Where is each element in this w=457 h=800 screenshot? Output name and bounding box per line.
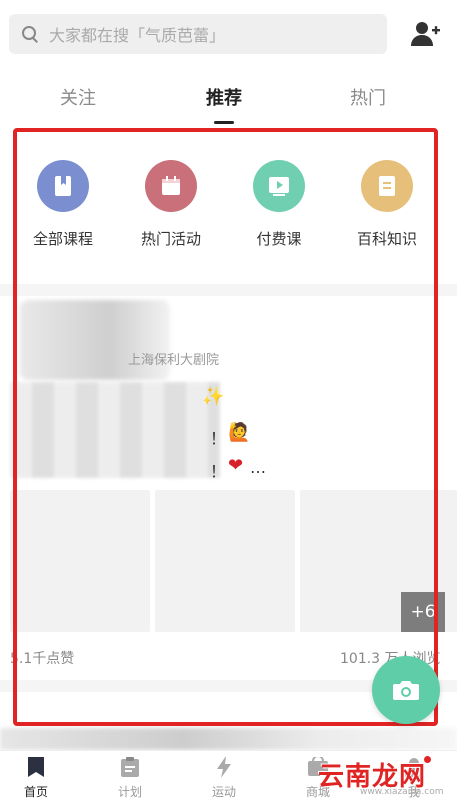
category-label: 百科知识 [356, 230, 417, 248]
section-divider [0, 284, 457, 296]
search-placeholder: 大家都在搜「气质芭蕾」 [49, 26, 226, 45]
tab-bar: 关注 推荐 热门 [0, 84, 457, 124]
sparkle-icon: ✨ [202, 386, 225, 407]
post-text-ellipsis: … [250, 458, 266, 477]
add-user-icon[interactable] [410, 20, 440, 48]
like-count: 5.1千点赞 [10, 651, 75, 667]
post-text-end: ！ [210, 462, 227, 481]
nav-plan[interactable]: 计划 [100, 755, 160, 800]
post-photo[interactable] [155, 490, 295, 632]
tab-follow[interactable]: 关注 [60, 84, 96, 110]
blurred-post-text [10, 382, 220, 478]
nav-sport[interactable]: 运动 [194, 755, 254, 800]
video-icon [253, 160, 305, 212]
clipboard-icon [118, 755, 142, 779]
person-emoji-icon: 🙋 [228, 422, 251, 443]
more-photos-badge[interactable]: +6 [401, 592, 445, 632]
post-text-end: ！ [210, 429, 227, 448]
post-photo[interactable] [10, 490, 150, 632]
heart-icon: ❤ [228, 455, 244, 476]
watermark-url: www.xiazaiba.com [360, 787, 444, 797]
blurred-post-author [20, 300, 170, 380]
lightning-icon [212, 755, 236, 779]
camera-icon [393, 681, 419, 700]
document-icon [361, 160, 413, 212]
calendar-icon [145, 160, 197, 212]
search-icon [21, 25, 39, 43]
category-encyclopedia[interactable]: 百科知识 [337, 160, 437, 249]
search-bar[interactable]: 大家都在搜「气质芭蕾」 [9, 14, 387, 54]
category-hot-events[interactable]: 热门活动 [121, 160, 221, 249]
home-bookmark-icon [24, 755, 48, 779]
nav-home[interactable]: 首页 [6, 755, 66, 800]
tab-hot[interactable]: 热门 [350, 84, 386, 110]
nav-label: 运动 [211, 785, 236, 799]
nav-label: 首页 [23, 785, 48, 799]
active-tab-indicator [214, 121, 234, 124]
category-all-courses[interactable]: 全部课程 [13, 160, 113, 249]
camera-button[interactable] [372, 656, 440, 724]
category-paid-courses[interactable]: 付费课 [229, 160, 329, 249]
category-label: 热门活动 [140, 230, 201, 248]
post-location: 上海保利大剧院 [128, 353, 220, 368]
blurred-next-post [0, 728, 457, 750]
post-photo-grid [10, 490, 457, 632]
tab-recommend[interactable]: 推荐 [206, 84, 242, 110]
category-label: 全部课程 [32, 230, 93, 248]
book-icon [37, 160, 89, 212]
nav-label: 计划 [117, 785, 142, 799]
category-label: 付费课 [256, 230, 302, 248]
